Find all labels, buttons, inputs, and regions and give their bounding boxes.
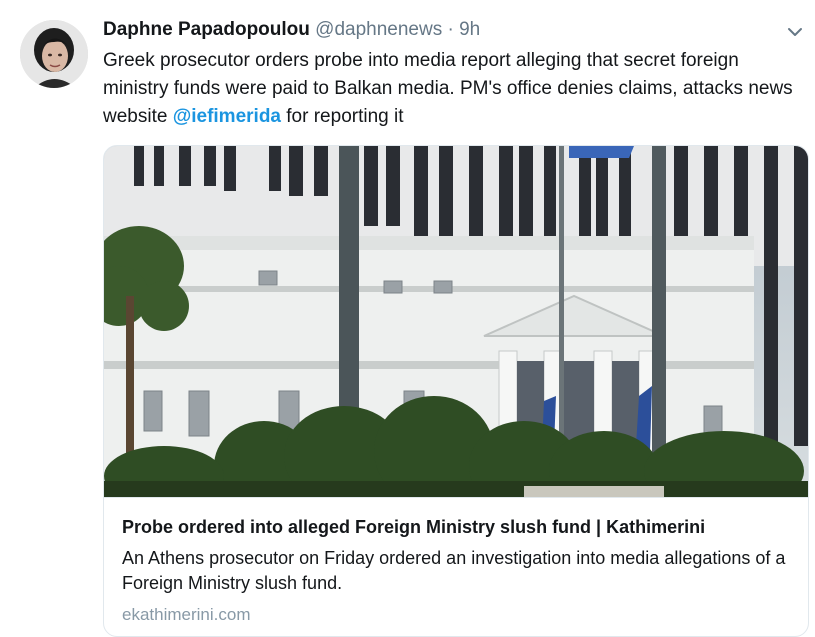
tweet[interactable]: Daphne Papadopoulou @daphnenews · 9h Gre…: [0, 0, 815, 637]
tweet-text-part: for reporting it: [281, 106, 404, 127]
mention-link[interactable]: @iefimerida: [173, 106, 281, 127]
chevron-down-icon[interactable]: [785, 22, 805, 42]
card-description: An Athens prosecutor on Friday ordered a…: [122, 548, 786, 593]
author-name[interactable]: Daphne Papadopoulou: [103, 19, 310, 40]
tweet-header: Daphne Papadopoulou @daphnenews · 9h: [103, 18, 480, 42]
tweet-text: Greek prosecutor orders probe into media…: [103, 47, 808, 131]
author-handle[interactable]: @daphnenews: [315, 19, 442, 40]
separator-dot: ·: [447, 19, 454, 40]
card-title[interactable]: Probe ordered into alleged Foreign Minis…: [122, 515, 792, 539]
tweet-timestamp[interactable]: 9h: [459, 19, 480, 40]
card-domain: ekathimerini.com: [122, 605, 251, 624]
card-image[interactable]: [104, 146, 808, 511]
avatar[interactable]: [20, 20, 88, 88]
card-text-area: Probe ordered into alleged Foreign Minis…: [104, 497, 808, 624]
link-card[interactable]: Probe ordered into alleged Foreign Minis…: [103, 145, 809, 637]
